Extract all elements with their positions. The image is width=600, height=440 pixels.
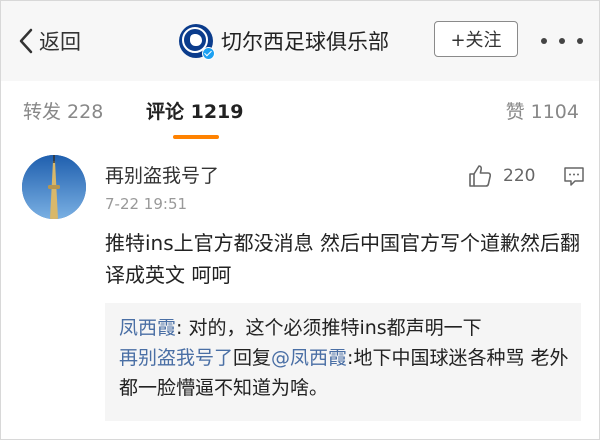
reply-button[interactable] [563,165,585,191]
like-button[interactable]: 220 [467,163,535,189]
more-options-button[interactable] [541,29,583,53]
lion-crest-icon [190,34,202,46]
reply-connector: 回复 [233,347,272,369]
more-dot-icon [577,38,583,44]
reply-list: 凤西霞: 对的，这个必须推特ins都声明一下 再别盗我号了回复@凤西霞:地下中国… [119,313,569,403]
reply-body: : 对的，这个必须推特ins都声明一下 [176,317,482,339]
club-logo [179,24,215,60]
reply-author[interactable]: 再别盗我号了 [119,347,233,369]
reply-author[interactable]: 凤西霞 [119,317,176,339]
more-dot-icon [541,38,547,44]
tab-comment[interactable]: 评论 1219 [146,97,244,124]
account-name: 切尔西足球俱乐部 [221,30,389,54]
reply-mention[interactable]: @凤西霞 [271,347,347,369]
tab-repost[interactable]: 转发 228 [23,97,103,124]
comment-item: 再别盗我号了 7-22 19:51 220 推特ins上官方都没消息 然后中国官… [1,143,599,439]
account-title[interactable]: 切尔西足球俱乐部 [179,21,389,61]
avatar[interactable] [22,155,86,219]
app-frame: 返回 切尔西足球俱乐部 +关注 转发 228 评论 1219 赞 1104 再别… [0,0,600,440]
comment-username[interactable]: 再别盗我号了 [105,161,219,188]
tab-like[interactable]: 赞 1104 [506,97,579,124]
more-dot-icon [559,38,565,44]
comment-icon [564,167,584,186]
follow-button[interactable]: +关注 [434,21,518,57]
back-button[interactable]: 返回 [17,23,81,59]
verified-badge-icon [202,47,215,60]
replies-box[interactable]: 凤西霞: 对的，这个必须推特ins都声明一下 再别盗我号了回复@凤西霞:地下中国… [105,303,581,421]
active-tab-indicator [173,135,219,139]
comment-timestamp: 7-22 19:51 [105,195,188,213]
like-count: 220 [503,166,536,186]
top-bar: 返回 切尔西足球俱乐部 +关注 [1,1,599,81]
reply-item: 凤西霞: 对的，这个必须推特ins都声明一下 [119,313,569,343]
back-label: 返回 [39,30,81,54]
reply-item: 再别盗我号了回复@凤西霞:地下中国球迷各种骂 老外都一脸懵逼不知道为啥。 [119,343,569,403]
thumbs-up-icon [469,165,492,187]
tower-avatar-icon [22,155,86,219]
chevron-left-icon [19,28,33,54]
tab-bar: 转发 228 评论 1219 赞 1104 [1,81,599,144]
comment-text: 推特ins上官方都没消息 然后中国官方写个道歉然后翻译成英文 呵呵 [105,231,581,287]
